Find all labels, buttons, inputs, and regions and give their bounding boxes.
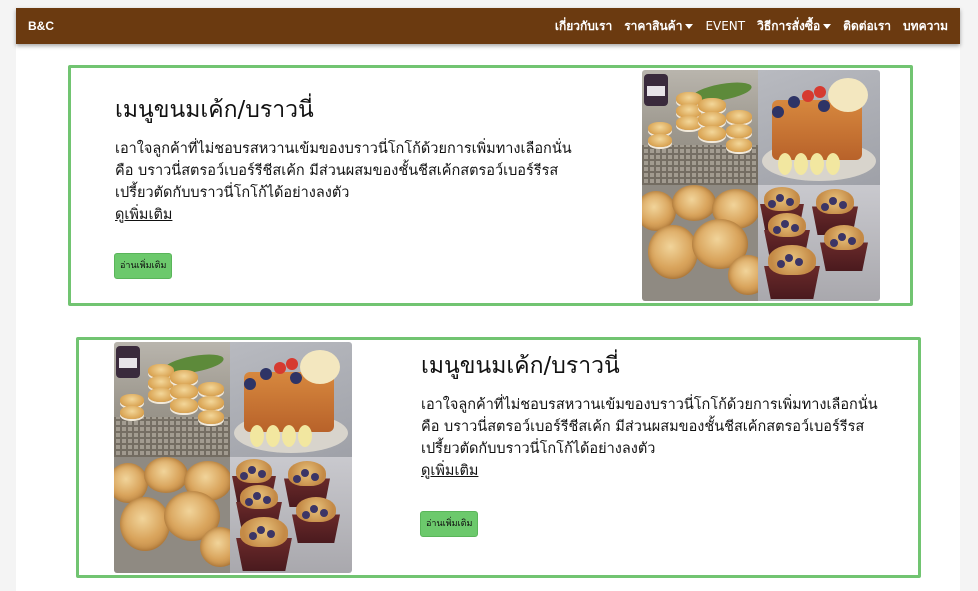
nav-item-about[interactable]: เกี่ยวกับเรา [555, 17, 612, 36]
nav-item-label: ติดต่อเรา [843, 18, 892, 33]
nav-item-event[interactable]: EVENT [705, 19, 745, 33]
menu-card: เมนูขนมเค้ก/บราวนี่ เอาใจลูกค้าที่ไม่ชอบ… [76, 337, 921, 578]
nav-item-label: EVENT [705, 19, 746, 33]
nav-item-articles[interactable]: บทความ [903, 17, 948, 36]
nav-item-how-to-order[interactable]: วิธีการสั่งซื้อ [757, 17, 832, 36]
card-description-text: เอาใจลูกค้าที่ไม่ชอบรสหวานเข้มของบราวนี่… [421, 397, 878, 457]
nav-item-label: บทความ [903, 18, 948, 33]
see-more-link[interactable]: ดูเพิ่มเติม [115, 204, 172, 226]
card-text: เมนูขนมเค้ก/บราวนี่ เอาใจลูกค้าที่ไม่ชอบ… [115, 92, 575, 226]
read-more-button[interactable]: อ่านเพิ่มเติม [420, 511, 479, 537]
nav-item-label: เกี่ยวกับเรา [554, 18, 613, 33]
florentine-cookies-photo [114, 457, 230, 573]
see-more-link[interactable]: ดูเพิ่มเติม [421, 460, 478, 482]
dessert-collage-image [642, 70, 880, 301]
nav-links: เกี่ยวกับเรา ราคาสินค้า EVENT วิธีการสั่… [555, 17, 948, 36]
nav-item-prices[interactable]: ราคาสินค้า [624, 17, 694, 36]
nav-item-contact[interactable]: ติดต่อเรา [843, 17, 891, 36]
card-title: เมนูขนมเค้ก/บราวนี่ [115, 97, 314, 123]
honey-toast-photo [230, 342, 352, 457]
blueberry-muffins-photo [758, 185, 880, 301]
card-title: เมนูขนมเค้ก/บราวนี่ [421, 353, 620, 379]
nav-item-label: วิธีการสั่งซื้อ [757, 18, 821, 33]
dessert-collage-image [114, 342, 352, 573]
read-more-button[interactable]: อ่านเพิ่มเติม [114, 253, 173, 279]
honey-toast-photo [758, 70, 880, 185]
card-description: เอาใจลูกค้าที่ไม่ชอบรสหวานเข้มของบราวนี่… [421, 394, 881, 482]
blueberry-muffins-photo [230, 457, 352, 573]
brand-logo[interactable]: B&C [28, 19, 54, 33]
caret-down-icon [823, 23, 832, 29]
caret-down-icon [685, 23, 694, 29]
top-navbar: B&C เกี่ยวกับเรา ราคาสินค้า EVENT วิธีกา… [16, 8, 960, 44]
card-description: เอาใจลูกค้าที่ไม่ชอบรสหวานเข้มของบราวนี่… [115, 138, 575, 226]
menu-card: เมนูขนมเค้ก/บราวนี่ เอาใจลูกค้าที่ไม่ชอบ… [68, 65, 913, 306]
card-description-text: เอาใจลูกค้าที่ไม่ชอบรสหวานเข้มของบราวนี่… [115, 141, 572, 201]
card-text: เมนูขนมเค้ก/บราวนี่ เอาใจลูกค้าที่ไม่ชอบ… [421, 348, 881, 482]
pancake-stack-photo [114, 342, 230, 457]
pancake-stack-photo [642, 70, 758, 185]
nav-item-label: ราคาสินค้า [624, 18, 683, 33]
florentine-cookies-photo [642, 185, 758, 301]
